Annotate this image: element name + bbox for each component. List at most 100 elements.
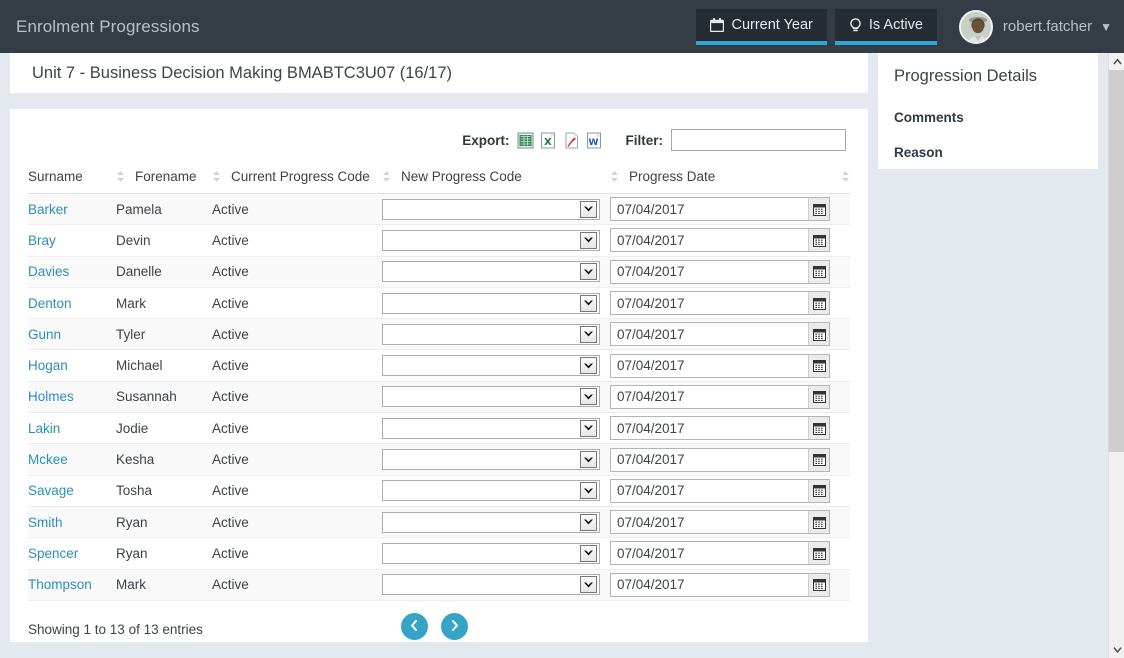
surname-link[interactable]: Davies — [28, 264, 69, 279]
new-progress-code-select[interactable] — [382, 512, 600, 533]
column-header-progress-date[interactable]: Progress Date — [610, 169, 850, 194]
scroll-down-arrow-icon[interactable] — [1109, 641, 1124, 658]
cell-forename: Pamela — [116, 194, 212, 225]
calendar-picker-icon[interactable] — [808, 386, 829, 408]
table-row: HolmesSusannahActive — [28, 381, 850, 412]
table-row: BrayDevinActive — [28, 225, 850, 256]
new-progress-code-select[interactable] — [382, 199, 600, 220]
new-progress-code-select[interactable] — [382, 261, 600, 282]
next-page-button[interactable] — [441, 613, 468, 640]
progress-date-input[interactable] — [610, 197, 830, 221]
progress-date-input[interactable] — [610, 291, 830, 315]
csv-export-icon[interactable] — [517, 132, 534, 149]
bulb-icon — [849, 18, 862, 33]
progress-date-input[interactable] — [610, 354, 830, 378]
surname-link[interactable]: Gunn — [28, 327, 61, 342]
calendar-picker-icon[interactable] — [808, 511, 829, 533]
cell-forename: Jodie — [116, 413, 212, 444]
progress-date-input[interactable] — [610, 260, 830, 284]
calendar-picker-icon[interactable] — [808, 323, 829, 345]
cell-current-progress-code: Active — [212, 194, 382, 225]
current-year-button[interactable]: Current Year — [696, 9, 826, 41]
filter-input[interactable] — [671, 129, 846, 151]
cell-progress-date — [610, 319, 850, 350]
excel-export-icon[interactable]: X — [540, 132, 557, 149]
surname-link[interactable]: Denton — [28, 296, 72, 311]
cell-new-progress-code — [382, 475, 610, 506]
new-progress-code-select[interactable] — [382, 449, 600, 470]
cell-surname: Gunn — [28, 319, 116, 350]
cell-surname: Barker — [28, 194, 116, 225]
calendar-picker-icon[interactable] — [808, 355, 829, 377]
calendar-picker-icon[interactable] — [808, 198, 829, 220]
calendar-picker-icon[interactable] — [808, 292, 829, 314]
surname-link[interactable]: Mckee — [28, 452, 68, 467]
new-progress-code-select[interactable] — [382, 418, 600, 439]
new-progress-code-select[interactable] — [382, 230, 600, 251]
user-menu[interactable]: robert.fatcher ▼ — [959, 0, 1112, 53]
column-header-surname[interactable]: Surname — [28, 169, 116, 194]
table-row: Barker PamelaActive — [28, 194, 850, 225]
cell-progress-date — [610, 475, 850, 506]
progress-date-input[interactable] — [610, 416, 830, 440]
cell-surname: Hogan — [28, 350, 116, 381]
column-header-forename[interactable]: Forename — [116, 169, 212, 194]
surname-link[interactable]: Barker — [28, 202, 68, 217]
cell-progress-date — [610, 256, 850, 287]
surname-link[interactable]: Savage — [28, 483, 74, 498]
progress-date-input[interactable] — [610, 228, 830, 252]
word-export-icon[interactable]: W — [586, 132, 603, 149]
surname-link[interactable]: Smith — [28, 515, 63, 530]
column-header-new-progress-code[interactable]: New Progress Code — [382, 169, 610, 194]
new-progress-code-select[interactable] — [382, 480, 600, 501]
surname-link[interactable]: Bray — [28, 233, 56, 248]
new-progress-code-select[interactable] — [382, 386, 600, 407]
calendar-picker-icon[interactable] — [808, 229, 829, 251]
new-progress-code-select[interactable] — [382, 293, 600, 314]
surname-link[interactable]: Thompson — [28, 577, 92, 592]
calendar-picker-icon[interactable] — [808, 542, 829, 564]
surname-link[interactable]: Holmes — [28, 389, 74, 404]
cell-progress-date — [610, 569, 850, 600]
new-progress-code-select[interactable] — [382, 574, 600, 595]
surname-link[interactable]: Spencer — [28, 546, 78, 561]
cell-surname: Mckee — [28, 444, 116, 475]
calendar-picker-icon[interactable] — [808, 574, 829, 596]
table-row: ThompsonMarkActive — [28, 569, 850, 600]
entries-count: Showing 1 to 13 of 13 entries — [28, 622, 203, 637]
progress-date-input[interactable] — [610, 322, 830, 346]
calendar-picker-icon[interactable] — [808, 261, 829, 283]
cell-forename: Michael — [116, 350, 212, 381]
new-progress-code-select[interactable] — [382, 324, 600, 345]
progress-date-input[interactable] — [610, 573, 830, 597]
calendar-picker-icon[interactable] — [808, 449, 829, 471]
surname-link[interactable]: Lakin — [28, 421, 60, 436]
table-row: SavageToshaActive — [28, 475, 850, 506]
previous-page-button[interactable] — [401, 613, 428, 640]
calendar-picker-icon[interactable] — [808, 480, 829, 502]
progress-date-input[interactable] — [610, 479, 830, 503]
progress-date-input[interactable] — [610, 385, 830, 409]
new-progress-code-select[interactable] — [382, 543, 600, 564]
filter-label: Filter: — [625, 133, 663, 148]
progress-date-input[interactable] — [610, 510, 830, 534]
cell-current-progress-code: Active — [212, 319, 382, 350]
scrollbar-thumb[interactable] — [1109, 70, 1124, 452]
pdf-export-icon[interactable] — [563, 132, 580, 149]
column-header-current-progress-code[interactable]: Current Progress Code — [212, 169, 382, 194]
column-label-current-progress-code: Current Progress Code — [231, 169, 382, 184]
progress-date-input[interactable] — [610, 448, 830, 472]
calendar-picker-icon[interactable] — [808, 417, 829, 439]
cell-forename: Kesha — [116, 444, 212, 475]
is-active-button[interactable]: Is Active — [835, 9, 937, 41]
progress-date-input[interactable] — [610, 541, 830, 565]
table-row: Hogan MichaelActive — [28, 350, 850, 381]
cell-current-progress-code: Active — [212, 350, 382, 381]
surname-link[interactable]: Hogan — [28, 358, 68, 373]
vertical-scrollbar[interactable] — [1108, 53, 1124, 658]
user-name: robert.fatcher — [1003, 18, 1092, 35]
cell-surname: Davies — [28, 256, 116, 287]
new-progress-code-select[interactable] — [382, 355, 600, 376]
scroll-up-arrow-icon[interactable] — [1109, 53, 1124, 70]
page-title: Unit 7 - Business Decision Making BMABTC… — [32, 64, 452, 83]
